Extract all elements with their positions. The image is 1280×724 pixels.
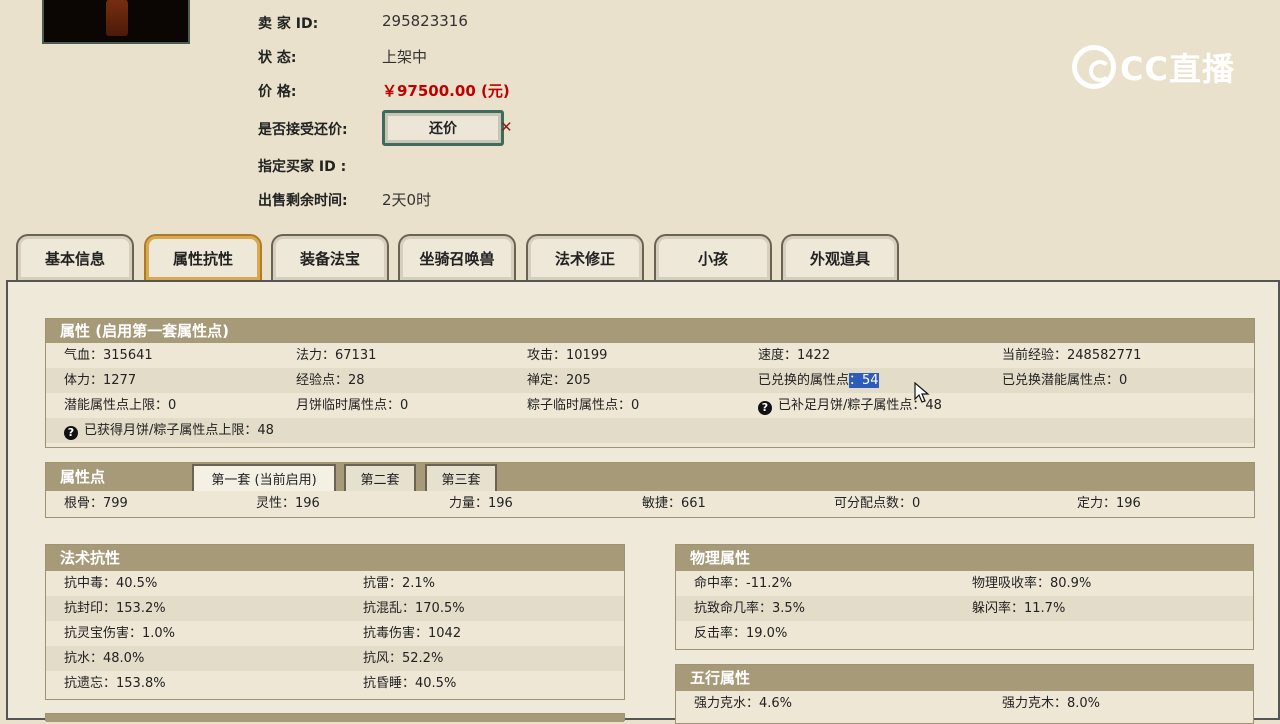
tab-spell-mods[interactable]: 法术修正 (526, 234, 644, 280)
point-spirit: 灵性：196 (256, 496, 320, 511)
seller-id-label: 卖 家 ID: (258, 16, 319, 32)
five-elements-title: 五行属性 (676, 665, 1253, 691)
stat-attack: 攻击：10199 (527, 348, 608, 363)
time-left-value: 2天0时 (382, 191, 432, 209)
character-avatar (42, 0, 190, 44)
resist-chaos: 抗混乱：170.5% (363, 601, 465, 616)
time-left-label: 出售剩余时间: (258, 193, 348, 209)
stat-exp-points: 经验点：28 (296, 373, 365, 388)
status-value: 上架中 (382, 48, 428, 66)
stat-zongzi-temp: 粽子临时属性点：0 (527, 398, 640, 413)
close-icon[interactable]: ✕ (500, 118, 513, 136)
resist-poison: 抗中毒：40.5% (64, 576, 158, 591)
attributes-panel: 属性 (启用第一套属性点) 气血：315641 法力：67131 攻击：1019… (45, 318, 1255, 448)
logo-text: CC直播 (1120, 50, 1235, 88)
stat-anti-crit: 抗致命几率：3.5% (694, 601, 806, 616)
help-icon[interactable]: ? (758, 401, 772, 415)
physical-title: 物理属性 (676, 545, 1253, 571)
resist-forget: 抗遗忘：153.8% (64, 676, 166, 691)
point-focus: 定力：196 (1077, 496, 1141, 511)
cc-logo-icon (1072, 45, 1116, 89)
seller-id-value: 295823316 (382, 12, 468, 30)
table-row: 气血：315641 法力：67131 攻击：10199 速度：1422 当前经验… (46, 343, 1254, 368)
table-row: 抗灵宝伤害：1.0% 抗毒伤害：1042 (46, 621, 624, 646)
table-row: 强力克水：4.6% 强力克木：8.0% (676, 691, 1253, 716)
stat-mooncake-temp: 月饼临时属性点：0 (296, 398, 409, 413)
subtab-set-2[interactable]: 第二套 (344, 464, 416, 491)
point-available: 可分配点数：0 (834, 496, 921, 511)
stat-dodge: 躲闪率：11.7% (972, 601, 1066, 616)
physical-panel: 物理属性 命中率：-11.2% 物理吸收率：80.9% 抗致命几率：3.5% 躲… (675, 544, 1254, 650)
resist-sleep: 抗昏睡：40.5% (363, 676, 457, 691)
stat-hit-rate: 命中率：-11.2% (694, 576, 792, 591)
table-row: 抗水：48.0% 抗风：52.2% (46, 646, 624, 671)
mouse-cursor-icon (914, 382, 930, 403)
stat-phys-absorb: 物理吸收率：80.9% (972, 576, 1092, 591)
bargain-label: 是否接受还价: (258, 122, 348, 138)
table-row: 抗封印：153.2% 抗混乱：170.5% (46, 596, 624, 621)
selected-text: ：54 (849, 373, 879, 388)
resist-treasure: 抗灵宝伤害：1.0% (64, 626, 176, 641)
stat-speed: 速度：1422 (758, 348, 831, 363)
table-row: 命中率：-11.2% 物理吸收率：80.9% (676, 571, 1253, 596)
stat-stamina: 体力：1277 (64, 373, 137, 388)
subtab-set-1[interactable]: 第一套 (当前启用) (192, 464, 336, 491)
tab-basic-info[interactable]: 基本信息 (16, 234, 134, 280)
tab-equipment[interactable]: 装备法宝 (271, 234, 389, 280)
subtab-set-3[interactable]: 第三套 (425, 464, 497, 491)
magic-resist-title: 法术抗性 (46, 545, 624, 571)
cc-live-logo: CC直播 (1072, 44, 1235, 90)
bargain-button[interactable]: 还价 (382, 110, 504, 146)
stat-obtained-cap-text: 已获得月饼/粽子属性点上限：48 (84, 423, 274, 438)
help-icon[interactable]: ? (64, 426, 78, 440)
table-row: 抗中毒：40.5% 抗雷：2.1% (46, 571, 624, 596)
stat-hp: 气血：315641 (64, 348, 153, 363)
point-constitution: 根骨：799 (64, 496, 128, 511)
five-elements-panel: 五行属性 强力克水：4.6% 强力克木：8.0% (675, 664, 1254, 724)
point-agility: 敏捷：661 (642, 496, 706, 511)
table-row: 体力：1277 经验点：28 禅定：205 已兑换的属性点：54 已兑换潜能属性… (46, 368, 1254, 393)
stat-zen: 禅定：205 (527, 373, 591, 388)
attributes-title: 属性 (启用第一套属性点) (46, 319, 1254, 343)
attribute-points-panel: 属性点 第一套 (当前启用) 第二套 第三套 根骨：799 灵性：196 力量：… (45, 462, 1255, 518)
stat-vs-wood: 强力克木：8.0% (1002, 696, 1101, 711)
table-row: 潜能属性点上限：0 月饼临时属性点：0 粽子临时属性点：0 ? 已补足月饼/粽子属… (46, 393, 1254, 418)
tab-children[interactable]: 小孩 (654, 234, 772, 280)
price-value: ￥97500.00 (元) (382, 82, 510, 100)
magic-resist-panel: 法术抗性 抗中毒：40.5% 抗雷：2.1% 抗封印：153.2% 抗混乱：17… (45, 544, 625, 700)
stat-counter: 反击率：19.0% (694, 626, 788, 641)
stat-mp: 法力：67131 (296, 348, 377, 363)
resist-thunder: 抗雷：2.1% (363, 576, 436, 591)
stat-obtained-cap: ? 已获得月饼/粽子属性点上限：48 (64, 418, 274, 443)
stat-vs-water: 强力克水：4.6% (694, 696, 793, 711)
stat-potential-cap: 潜能属性点上限：0 (64, 398, 177, 413)
table-row: 反击率：19.0% (676, 621, 1253, 646)
status-label: 状 态: (258, 50, 297, 66)
price-label: 价 格: (258, 84, 297, 100)
buyer-id-label: 指定买家 ID : (258, 159, 347, 175)
stat-exchanged-points: 已兑换的属性点：54 (758, 368, 879, 393)
table-row: 抗致命几率：3.5% 躲闪率：11.7% (676, 596, 1253, 621)
point-strength: 力量：196 (449, 496, 513, 511)
stat-exp: 当前经验：248582771 (1002, 348, 1142, 363)
resist-poison-damage: 抗毒伤害：1042 (363, 626, 462, 641)
stat-exchanged-potential: 已兑换潜能属性点：0 (1002, 373, 1128, 388)
tab-attributes[interactable]: 属性抗性 (144, 234, 262, 280)
resist-seal: 抗封印：153.2% (64, 601, 166, 616)
resist-water: 抗水：48.0% (64, 651, 145, 666)
table-row: ? 已获得月饼/粽子属性点上限：48 (46, 418, 1254, 443)
stat-exchanged-label: 已兑换的属性点 (758, 373, 850, 388)
table-row: 抗遗忘：153.8% 抗昏睡：40.5% (46, 671, 624, 696)
character-figure-icon (106, 0, 128, 36)
resist-wind: 抗风：52.2% (363, 651, 444, 666)
tab-mounts-pets[interactable]: 坐骑召唤兽 (398, 234, 516, 280)
tab-appearance[interactable]: 外观道具 (781, 234, 899, 280)
table-row: 根骨：799 灵性：196 力量：196 敏捷：661 可分配点数：0 定力：1… (46, 491, 1254, 516)
